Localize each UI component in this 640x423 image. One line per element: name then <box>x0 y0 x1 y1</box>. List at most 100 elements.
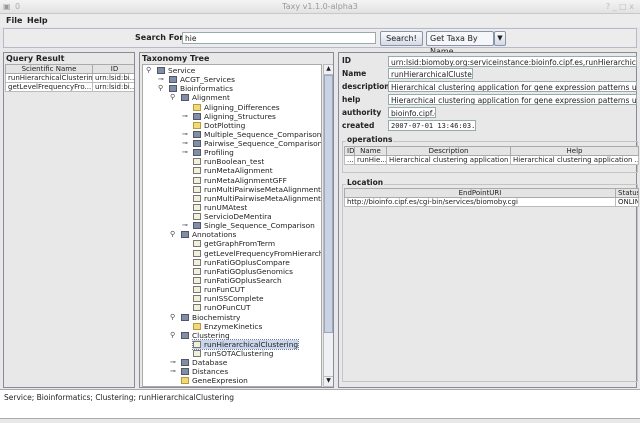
table-row[interactable]: getLevelFrequencyFro... urn:lsid:bi... <box>5 82 134 92</box>
tree-node-label: Database <box>192 358 228 368</box>
tree-node[interactable]: EnzymeKinetics <box>193 322 262 331</box>
tree-node[interactable]: GeneExpresion <box>181 376 248 385</box>
cell-id[interactable]: ... <box>344 155 355 165</box>
scroll-down-icon[interactable]: ▼ <box>324 376 333 386</box>
help-field[interactable]: Hierarchical clustering application for … <box>388 94 637 105</box>
cell-name[interactable]: runHie... <box>354 155 387 165</box>
expand-handle-icon[interactable]: ⚲ <box>170 313 175 321</box>
collapse-handle-icon[interactable]: ⊸ <box>182 148 188 156</box>
column-header-id[interactable]: ID <box>344 146 355 156</box>
tree-node[interactable]: runMetaAlignment <box>193 166 273 175</box>
tree-node[interactable]: runFatiGOplusGenomics <box>193 267 293 276</box>
tree-node-label: Alignment <box>192 93 230 103</box>
taxonomy-tree[interactable]: ⚲ Service ⊸ ACGT_Services ⚲ Bioinformatics ⚲ Al… <box>142 64 322 387</box>
column-header-status[interactable]: Status <box>615 188 639 198</box>
authority-field[interactable]: bioinfo.cipf.es <box>388 107 436 118</box>
expand-handle-icon[interactable]: ⚲ <box>170 93 175 101</box>
cell-id[interactable]: urn:lsid:bi... <box>92 73 134 83</box>
tree-node[interactable]: Distances <box>181 367 228 376</box>
tree-node[interactable]: runFunCUT <box>193 285 245 294</box>
tree-node[interactable]: Annotations <box>181 230 236 239</box>
tree-node[interactable]: Service <box>157 66 195 75</box>
description-field[interactable]: Hierarchical clustering application for … <box>388 81 637 92</box>
taxonomy-tree-title: Taxonomy Tree <box>142 54 210 63</box>
tree-node[interactable]: Aligning_Structures <box>193 112 276 121</box>
column-header-description[interactable]: Description <box>386 146 511 156</box>
tree-node[interactable]: Identification <box>181 386 240 387</box>
collapse-handle-icon[interactable]: ⊸ <box>158 75 164 83</box>
query-result-table: Scientific Name ID runHierarchicalCluster… <box>5 64 134 92</box>
window-controls[interactable]: ? _ □ x <box>606 2 634 11</box>
tree-node[interactable]: DotPlotting <box>193 121 245 130</box>
search-button[interactable]: Search! <box>380 31 423 46</box>
scrollbar-thumb[interactable] <box>324 75 333 333</box>
menu-help[interactable]: Help <box>27 16 48 25</box>
tree-node[interactable]: runMultiPairwiseMetaAlignment <box>193 185 321 194</box>
collapse-handle-icon[interactable]: ⊸ <box>182 139 188 147</box>
tree-node[interactable]: runISSComplete <box>193 294 264 303</box>
tree-node[interactable]: runMultiPairwiseMetaAlignmentGFF <box>193 194 321 203</box>
tree-node[interactable]: Database <box>181 358 227 367</box>
authority-label: authority <box>342 108 382 117</box>
tree-node-label: Single_Sequence_Comparison <box>204 221 315 231</box>
tree-node[interactable]: Single_Sequence_Comparison <box>193 221 315 230</box>
window-title: Taxy v1.1.0-alpha3 <box>282 2 358 11</box>
cell-id[interactable]: urn:lsid:bi... <box>92 82 134 92</box>
tree-node[interactable]: Bioinformatics <box>169 84 233 93</box>
name-field[interactable]: runHierarchicalClustering <box>388 68 473 79</box>
cell-status[interactable]: ONLINE <box>615 197 639 207</box>
tree-node[interactable]: runBoolean_test <box>193 157 264 166</box>
category-node-icon <box>181 231 189 239</box>
tree-node[interactable]: runOFunCUT <box>193 303 251 312</box>
column-header-name[interactable]: Name <box>354 146 387 156</box>
column-header-endpoint-uri[interactable]: EndPointURI <box>344 188 616 198</box>
search-mode-select[interactable]: Get Taxa By Name <box>426 31 494 56</box>
id-field[interactable]: urn:lsid:biomoby.org:serviceinstance:bio… <box>388 56 637 67</box>
expand-handle-icon[interactable]: ⚲ <box>146 66 151 74</box>
created-field[interactable]: 2007-07-01 13:46:03.0 <box>388 120 476 131</box>
collapse-handle-icon[interactable]: ⊸ <box>182 112 188 120</box>
tree-node[interactable]: Aligning_Differences <box>193 103 280 112</box>
tree-node[interactable]: ACGT_Services <box>169 75 235 84</box>
cell-help[interactable]: Hierarchical clustering application ... <box>510 155 639 165</box>
tree-node[interactable]: runMetaAlignmentGFF <box>193 176 287 185</box>
cell-description[interactable]: Hierarchical clustering application f... <box>386 155 511 165</box>
tree-node[interactable]: Multiple_Sequence_Comparison <box>193 130 321 139</box>
tree-node[interactable]: Biochemistry <box>181 313 240 322</box>
tree-node[interactable]: runFatiGOplusCompare <box>193 258 290 267</box>
tree-node[interactable]: Profiling <box>193 148 234 157</box>
tree-node[interactable]: Pairwise_Sequence_Comparison <box>193 139 321 148</box>
table-row[interactable]: ... runHie... Hierarchical clustering appl… <box>344 155 639 165</box>
table-row[interactable]: http://bioinfo.cipf.es/cgi-bin/services/… <box>344 197 639 207</box>
menu-file[interactable]: File <box>6 16 22 25</box>
tree-node[interactable]: getLevelFrequencyFromHierarchy <box>193 249 321 258</box>
cell-endpoint-uri[interactable]: http://bioinfo.cipf.es/cgi-bin/services/… <box>344 197 616 207</box>
cell-name[interactable]: runHierarchicalClustering <box>5 73 93 83</box>
cell-name[interactable]: getLevelFrequencyFro... <box>5 82 93 92</box>
tree-node[interactable]: ServicioDeMentira <box>193 212 272 221</box>
expand-handle-icon[interactable]: ⚲ <box>158 84 163 92</box>
tree-node[interactable]: Alignment <box>181 93 230 102</box>
table-row[interactable]: runHierarchicalClustering urn:lsid:bi... <box>5 73 134 83</box>
tree-node[interactable]: runUMAtest <box>193 203 247 212</box>
column-header-id[interactable]: ID <box>92 64 134 74</box>
scroll-up-icon[interactable]: ▲ <box>324 65 333 75</box>
collapse-handle-icon[interactable]: ⊸ <box>182 130 188 138</box>
search-input[interactable]: hie <box>182 32 376 44</box>
expand-handle-icon[interactable]: ⚲ <box>170 230 175 238</box>
collapse-handle-icon[interactable]: ⊸ <box>170 367 176 375</box>
tree-node[interactable]: runSOTAClustering <box>193 349 273 358</box>
collapse-handle-icon[interactable]: ⊸ <box>170 358 176 366</box>
tree-node[interactable]: Clustering <box>181 331 230 340</box>
tree-node[interactable]: getGraphFromTerm <box>193 239 275 248</box>
column-header-scientific-name[interactable]: Scientific Name <box>5 64 93 74</box>
tree-node-label: ServicioDeMentira <box>204 212 272 222</box>
status-text-area[interactable]: Service; Bioinformatics; Clustering; run… <box>0 389 640 419</box>
expand-handle-icon[interactable]: ⚲ <box>170 331 175 339</box>
tree-node[interactable]: runFatiGOplusSearch <box>193 276 282 285</box>
chevron-down-icon[interactable]: ▼ <box>494 31 506 46</box>
tree-scrollbar[interactable]: ▲ ▼ <box>323 64 333 387</box>
collapse-handle-icon[interactable]: ⊸ <box>182 221 188 229</box>
column-header-help[interactable]: Help <box>510 146 639 156</box>
tree-node[interactable]: runHierarchicalClustering <box>191 338 300 350</box>
